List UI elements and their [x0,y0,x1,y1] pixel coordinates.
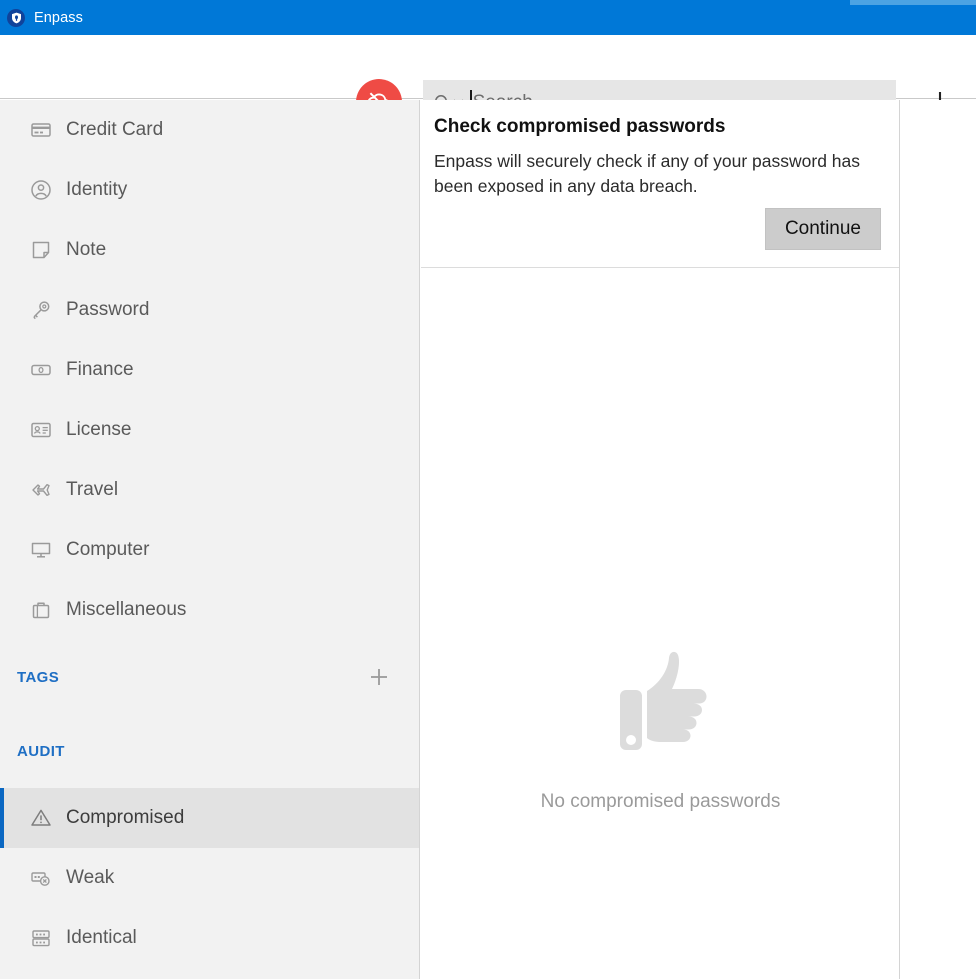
tags-section-title: TAGS [17,668,60,686]
sidebar-item-label: Credit Card [66,119,164,140]
banner-title: Check compromised passwords [434,116,726,137]
monitor-icon [28,537,54,563]
sidebar-item-label: Compromised [66,807,185,828]
sidebar-item-label: Weak [66,867,115,888]
sidebar-item-label: Password [66,299,150,320]
id-card-icon [28,417,54,443]
airplane-icon [28,477,54,503]
title-bar: Enpass [0,0,976,35]
sidebar-item-label: License [66,419,132,440]
enpass-window: Enpass Search [0,0,976,979]
weak-password-icon [28,865,54,891]
credit-card-icon [28,117,54,143]
sidebar-item-label: Miscellaneous [66,599,187,620]
app-title: Enpass [34,9,83,26]
sidebar-item-label: Computer [66,539,150,560]
tags-section-header: TAGS [0,640,419,714]
detail-pane [901,100,976,979]
shield-icon [7,8,25,27]
sidebar-item-label: Identical [66,927,137,948]
window-controls-highlight [850,0,976,5]
sidebar-item-travel[interactable]: Travel [0,460,419,520]
person-circle-icon [28,177,54,203]
identical-rows-icon [28,925,54,951]
sidebar-item-weak[interactable]: Weak [0,848,419,908]
sidebar-item-label: Identity [66,179,128,200]
sidebar-item-note[interactable]: Note [0,220,419,280]
compromised-check-banner: Check compromised passwords Enpass will … [421,100,899,268]
sidebar[interactable]: Credit Card Identity Note Password Finan… [0,100,420,979]
main-panel: Check compromised passwords Enpass will … [421,100,900,979]
sidebar-item-license[interactable]: License [0,400,419,460]
banner-actions: Continue [434,207,881,250]
key-icon [28,297,54,323]
audit-section-header: AUDIT [0,714,419,788]
empty-state: No compromised passwords [421,368,899,979]
sidebar-item-miscellaneous[interactable]: Miscellaneous [0,580,419,640]
sidebar-item-identity[interactable]: Identity [0,160,419,220]
sidebar-item-password[interactable]: Password [0,280,419,340]
sidebar-item-label: Finance [66,359,134,380]
sidebar-item-compromised[interactable]: Compromised [0,788,419,848]
empty-state-message: No compromised passwords [540,791,781,812]
sidebar-item-computer[interactable]: Computer [0,520,419,580]
sidebar-item-label: Travel [66,479,119,500]
thumbs-up-icon [598,639,723,769]
sidebar-item-credit-card[interactable]: Credit Card [0,100,419,160]
sidebar-item-finance[interactable]: Finance [0,340,419,400]
warning-triangle-icon [28,805,54,831]
continue-button[interactable]: Continue [764,207,881,250]
audit-section-title: AUDIT [17,742,65,760]
note-icon [28,237,54,263]
banner-description: Enpass will securely check if any of you… [434,151,861,197]
sidebar-item-identical[interactable]: Identical [0,908,419,968]
briefcase-icon [28,597,54,623]
add-tag-button[interactable] [367,665,391,689]
banknote-icon [28,357,54,383]
sidebar-item-label: Note [66,239,107,260]
toolbar: Search [0,35,976,125]
